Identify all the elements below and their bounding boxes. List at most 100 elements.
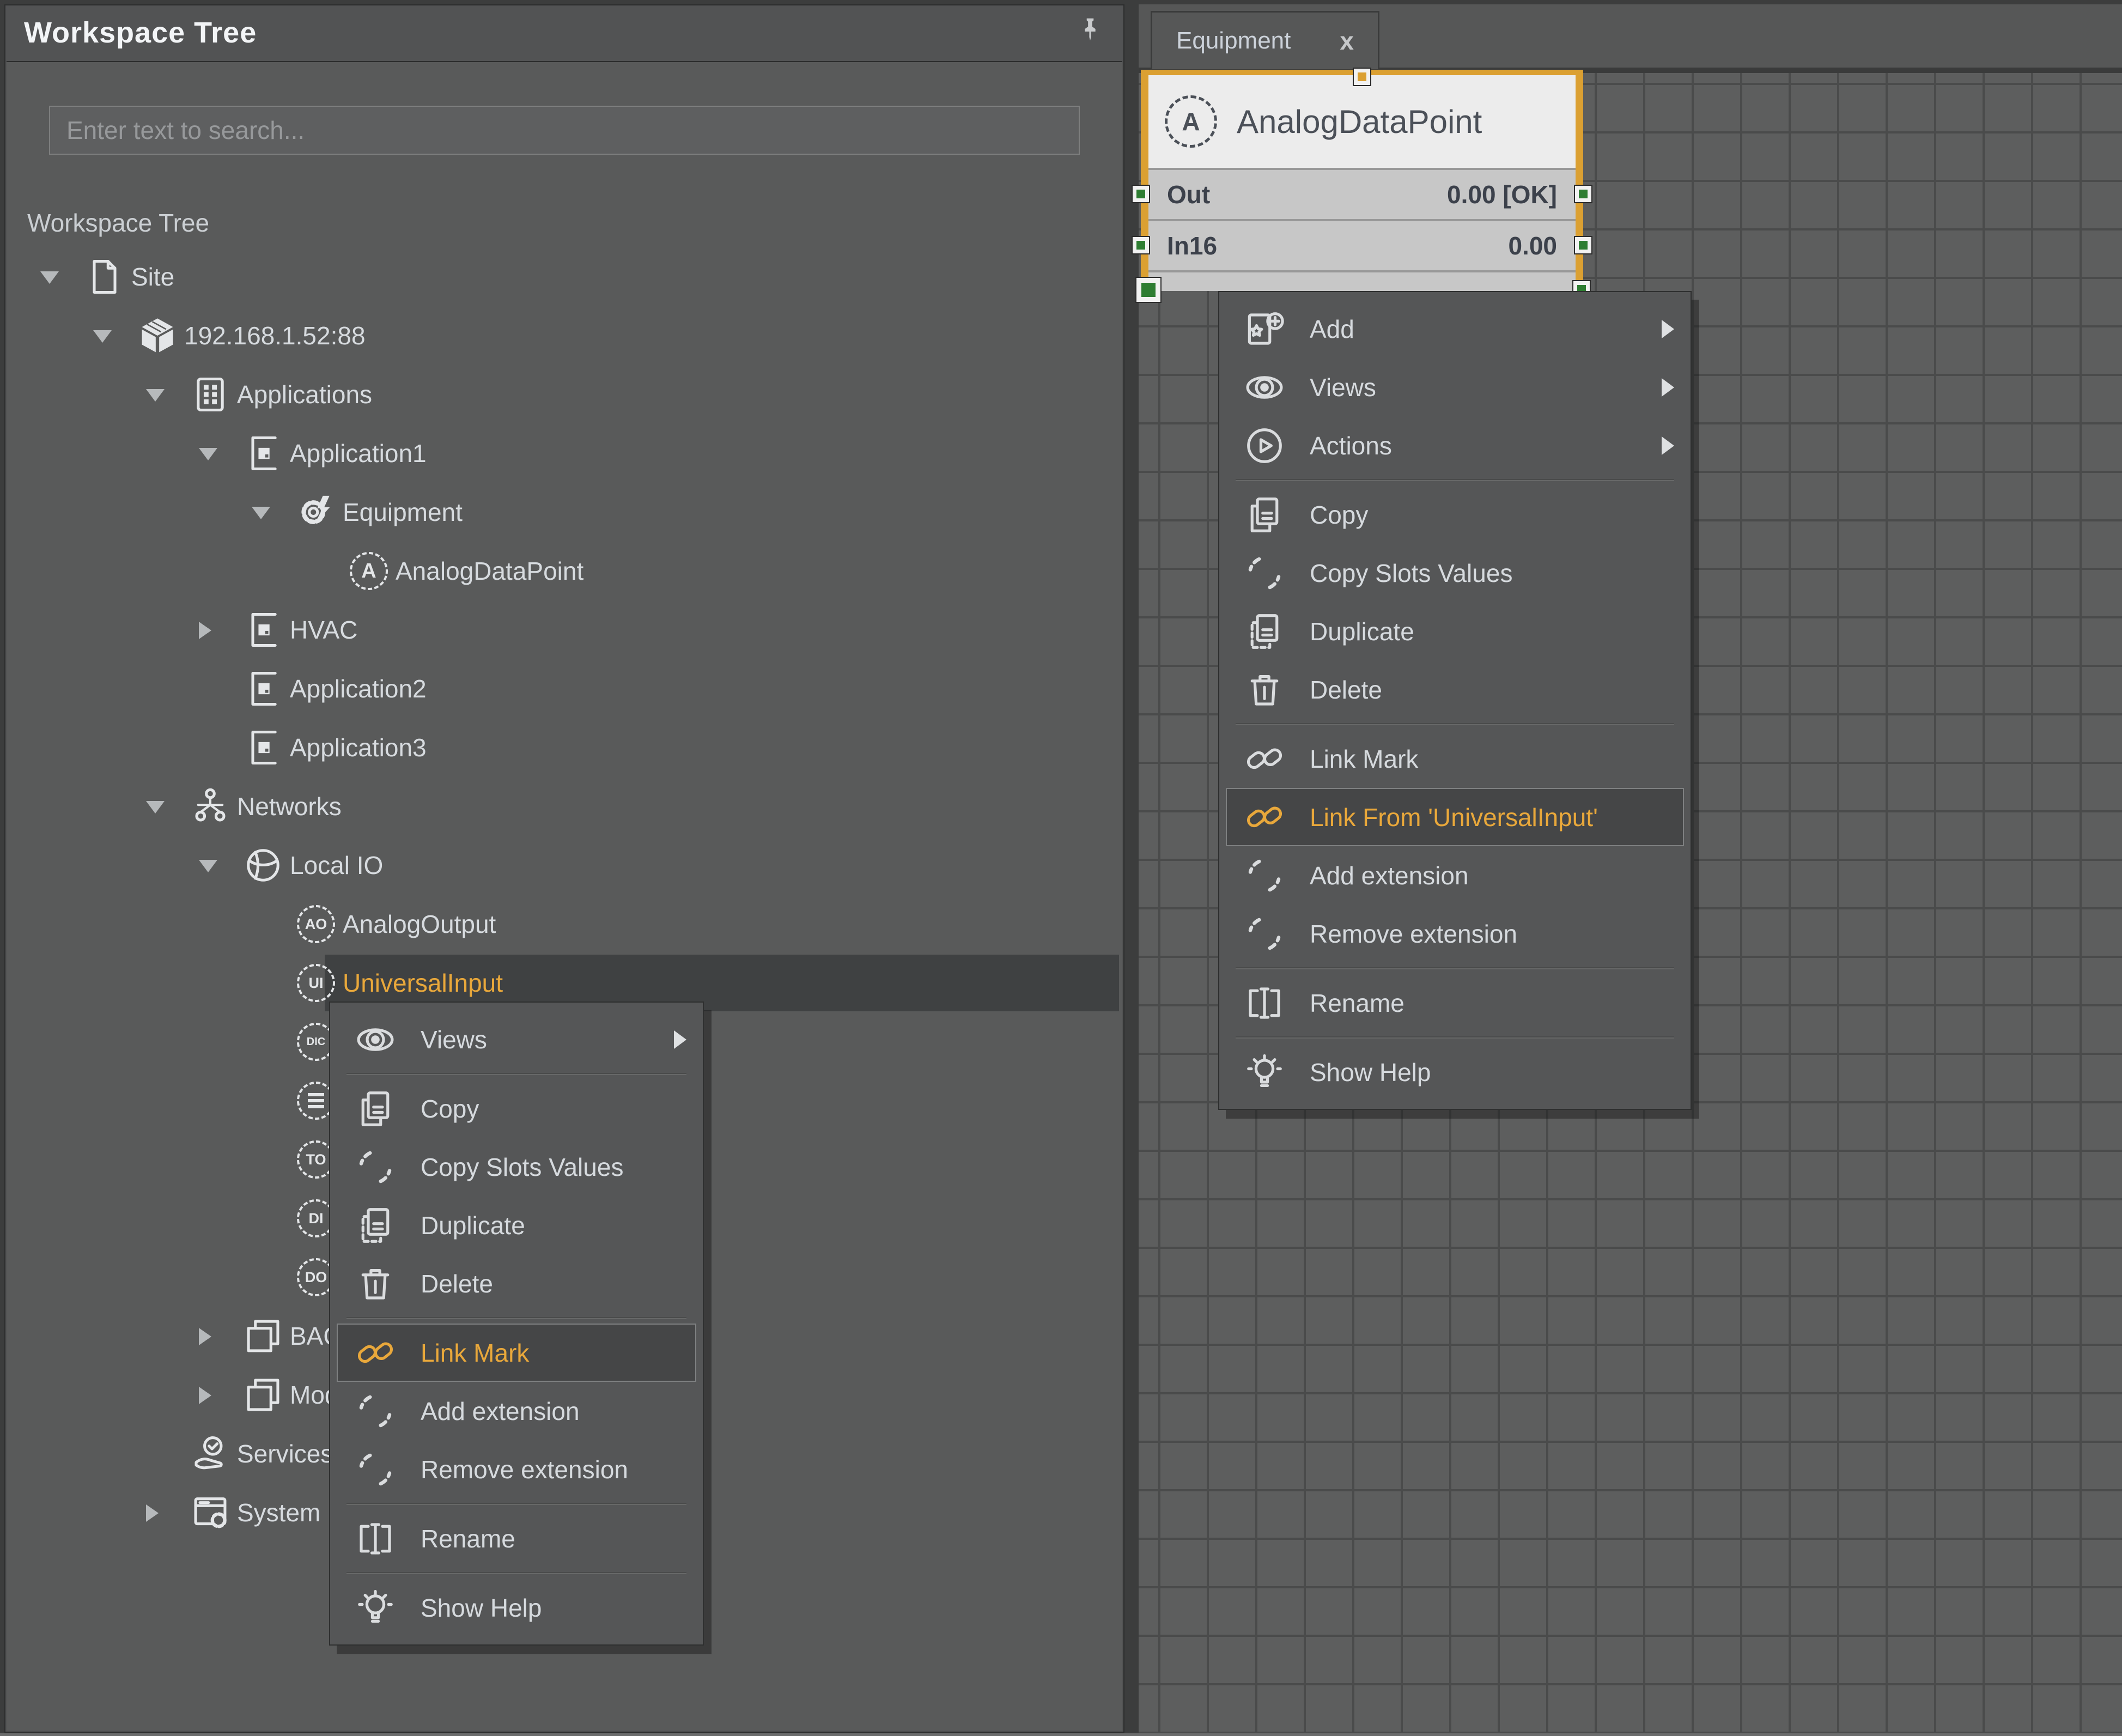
analog-data-point-block[interactable]: A AnalogDataPoint Out0.00 [OK]In160.00	[1141, 70, 1583, 291]
tree-item-label: Application1	[290, 424, 427, 483]
menu-item-delete[interactable]: Delete	[1219, 660, 1691, 719]
menu-item-add[interactable]: Add	[1219, 300, 1691, 358]
workspace-tree-header: Workspace Tree	[5, 5, 1123, 60]
pin-icon[interactable]	[1075, 15, 1105, 51]
slot-row-out[interactable]: Out0.00 [OK]	[1148, 168, 1576, 219]
tree-root-label: Workspace Tree	[27, 208, 209, 238]
search-input[interactable]	[49, 106, 1080, 155]
slot-connector-out-right[interactable]	[1574, 185, 1592, 203]
menu-item-link-mark[interactable]: Link Mark	[337, 1324, 696, 1382]
menu-item-copy[interactable]: Copy	[330, 1079, 703, 1138]
menu-item-actions[interactable]: Actions	[1219, 416, 1691, 475]
menu-item-link-from-universalinput[interactable]: Link From 'UniversalInput'	[1226, 788, 1684, 846]
menu-item-show-help[interactable]: Show Help	[1219, 1043, 1691, 1101]
slot-connector-in16-right[interactable]	[1574, 236, 1592, 254]
resize-handle-bottom-left[interactable]	[1135, 277, 1162, 303]
menu-item-label: Add extension	[1310, 861, 1469, 890]
block-selection-left-border	[1141, 75, 1148, 291]
tree-item-application2[interactable]: Application2	[7, 659, 1122, 718]
arcs-icon	[1241, 911, 1288, 957]
menu-separator	[1236, 723, 1674, 725]
tree-item-hvac[interactable]: HVAC	[7, 600, 1122, 659]
menu-item-add-extension[interactable]: Add extension	[330, 1382, 703, 1440]
tree-item-analogoutput[interactable]: AOAnalogOutput	[7, 895, 1122, 954]
chevron-down-icon[interactable]	[252, 507, 270, 519]
tree-item-applications[interactable]: Applications	[7, 365, 1122, 424]
tab-equipment[interactable]: Equipment x	[1151, 11, 1379, 69]
tree-item-application3[interactable]: Application3	[7, 718, 1122, 777]
tab-close-icon[interactable]: x	[1340, 26, 1354, 56]
tree-item-networks[interactable]: Networks	[7, 777, 1122, 836]
menu-item-copy[interactable]: Copy	[1219, 485, 1691, 544]
slot-connector-in16-left[interactable]	[1132, 236, 1150, 254]
submenu-arrow-icon	[1662, 378, 1674, 397]
addnode-icon	[1241, 306, 1288, 353]
tree-item-label: Services	[237, 1424, 333, 1483]
menu-item-add-extension[interactable]: Add extension	[1219, 846, 1691, 905]
menu-item-delete[interactable]: Delete	[330, 1254, 703, 1313]
block-slots: Out0.00 [OK]In160.00	[1148, 168, 1576, 270]
chevron-down-icon[interactable]	[146, 801, 165, 814]
tree-item-label: AnalogOutput	[343, 895, 496, 954]
equipment-icon	[295, 491, 337, 533]
menu-item-remove-extension[interactable]: Remove extension	[330, 1440, 703, 1498]
chevron-right-icon[interactable]	[146, 1504, 159, 1522]
submenu-arrow-icon	[674, 1030, 686, 1049]
chevron-down-icon[interactable]	[146, 389, 165, 402]
chevron-right-icon[interactable]	[199, 622, 211, 639]
chevron-right-icon[interactable]	[199, 1387, 211, 1404]
mod-icon	[242, 1374, 284, 1416]
resize-handle-top[interactable]	[1353, 68, 1371, 86]
menu-item-remove-extension[interactable]: Remove extension	[1219, 905, 1691, 963]
menu-item-copy-slots-values[interactable]: Copy Slots Values	[1219, 544, 1691, 602]
tree-item-label: Local IO	[290, 836, 383, 895]
chevron-right-icon[interactable]	[199, 1328, 211, 1345]
menu-item-duplicate[interactable]: Duplicate	[1219, 602, 1691, 660]
menu-item-show-help[interactable]: Show Help	[330, 1579, 703, 1637]
services-icon	[190, 1433, 231, 1474]
link-icon	[1241, 736, 1288, 782]
menu-item-label: Show Help	[421, 1593, 542, 1623]
slot-connector-out-left[interactable]	[1132, 185, 1150, 203]
trash-icon	[352, 1260, 399, 1307]
menu-item-label: Rename	[421, 1524, 515, 1553]
slot-value: 0.00	[1508, 231, 1557, 260]
menu-item-label: Remove extension	[421, 1455, 628, 1484]
rename-icon	[352, 1515, 399, 1562]
menu-item-views[interactable]: Views	[1219, 358, 1691, 416]
arcs-icon	[1241, 852, 1288, 899]
menu-item-link-mark[interactable]: Link Mark	[1219, 730, 1691, 788]
slot-value: 0.00 [OK]	[1447, 180, 1557, 209]
system-icon	[190, 1492, 231, 1533]
menu-item-label: Add	[1310, 314, 1354, 344]
menu-item-duplicate[interactable]: Duplicate	[330, 1196, 703, 1254]
tree-item-equipment[interactable]: Equipment	[7, 483, 1122, 542]
window-bottom-edge	[0, 1733, 2122, 1736]
menu-item-rename[interactable]: Rename	[330, 1509, 703, 1568]
applications-icon	[190, 374, 231, 415]
menu-item-copy-slots-values[interactable]: Copy Slots Values	[330, 1138, 703, 1196]
block-partial-row	[1148, 270, 1576, 291]
tree-item-local-io[interactable]: Local IO	[7, 836, 1122, 895]
menu-item-label: Copy Slots Values	[421, 1152, 623, 1182]
slot-row-in16[interactable]: In160.00	[1148, 219, 1576, 270]
tree-item-192-168-1-52-88[interactable]: 192.168.1.52:88	[7, 306, 1122, 365]
bac-icon	[242, 1315, 284, 1357]
arcs-icon	[1241, 550, 1288, 597]
chevron-down-icon[interactable]	[93, 330, 112, 343]
tree-item-site[interactable]: Site	[7, 247, 1122, 306]
menu-item-rename[interactable]: Rename	[1219, 974, 1691, 1032]
chevron-down-icon[interactable]	[199, 860, 217, 872]
menu-separator	[1236, 967, 1674, 969]
rename-icon	[1241, 980, 1288, 1027]
chevron-down-icon[interactable]	[40, 271, 59, 284]
chevron-down-icon[interactable]	[199, 448, 217, 460]
block-title: AnalogDataPoint	[1237, 103, 1482, 141]
menu-separator	[346, 1317, 686, 1319]
menu-item-views[interactable]: Views	[330, 1010, 703, 1069]
application3-icon	[242, 727, 284, 768]
tree-item-analogdatapoint[interactable]: AAnalogDataPoint	[7, 542, 1122, 600]
eye-icon	[1241, 364, 1288, 411]
block-header[interactable]: A AnalogDataPoint	[1148, 75, 1576, 168]
tree-item-application1[interactable]: Application1	[7, 424, 1122, 483]
